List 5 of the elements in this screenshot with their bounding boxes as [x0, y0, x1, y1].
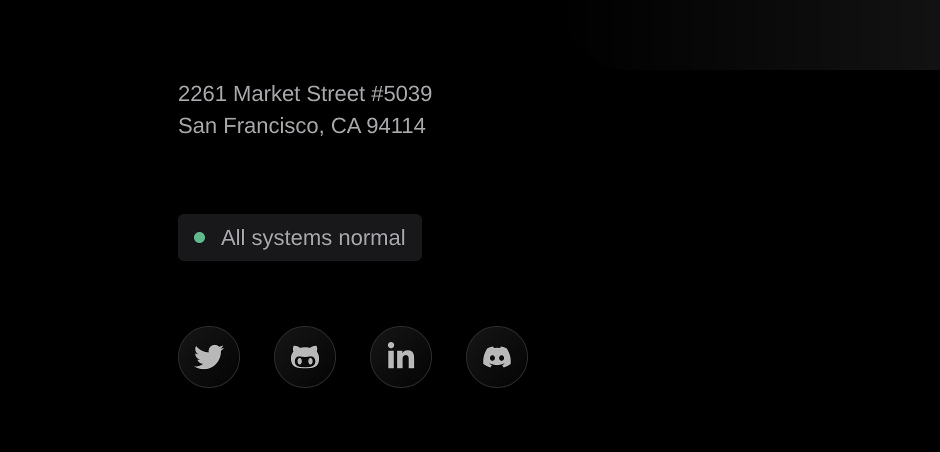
bird-icon	[194, 342, 224, 372]
address-line: 2261 Market Street #5039	[178, 80, 432, 108]
address-line: San Francisco, CA 94114	[178, 112, 426, 140]
status-badge[interactable]: All systems normal	[178, 214, 422, 261]
status-text: All systems normal	[221, 224, 406, 252]
